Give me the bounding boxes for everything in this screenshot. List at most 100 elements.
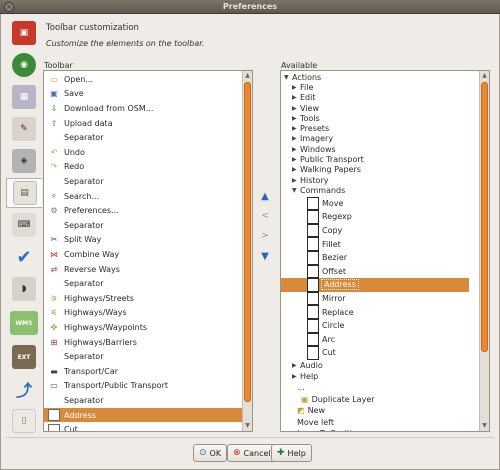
tree-group[interactable]: ▶ Windows [292, 144, 336, 154]
tree-group[interactable]: ▶ Public Transport [292, 154, 364, 164]
toolbar-item[interactable]: ⌕ Search... [44, 189, 242, 204]
remove-right-button[interactable]: > [257, 228, 273, 244]
tab-wms-tms[interactable]: WMS [6, 308, 42, 338]
scroll-down-icon[interactable]: ▼ [480, 421, 489, 431]
tree-action-item[interactable]: Jump To Position [297, 428, 362, 431]
command-item[interactable]: Fillet [281, 237, 469, 251]
command-item[interactable]: Circle [281, 319, 469, 333]
tree-group[interactable]: ▶ Imagery [292, 134, 333, 144]
collapse-arrow-icon[interactable]: ▶ [292, 146, 300, 153]
toolbar-item[interactable]: ⋈ Combine Way [44, 247, 242, 262]
tab-validator[interactable]: ✔ [6, 242, 42, 272]
tab-remote-control[interactable]: ◈ [6, 146, 42, 176]
expand-arrow-icon[interactable]: ▼ [292, 187, 300, 194]
tab-audio[interactable]: ◗ [6, 274, 42, 304]
move-down-button[interactable]: ▼ [257, 248, 273, 264]
tab-connection[interactable]: ◉ [6, 50, 42, 80]
tab-advanced[interactable]: ▯ [6, 406, 42, 436]
command-item[interactable]: Cut [281, 346, 469, 360]
tree-group[interactable]: ▶ Presets [292, 124, 329, 134]
toolbar-item[interactable]: ▭ Open... [44, 72, 242, 87]
collapse-arrow-icon[interactable]: ▶ [292, 166, 300, 173]
move-up-button[interactable]: ▲ [257, 188, 273, 204]
command-item[interactable]: Arc [281, 332, 469, 347]
command-item[interactable]: Move [281, 196, 469, 211]
tree-group[interactable]: ▶ Audio [292, 361, 323, 371]
separator-item[interactable]: Separator [44, 218, 242, 233]
separator-item[interactable]: Separator [44, 130, 242, 145]
toolbar-item[interactable]: Address [44, 407, 242, 423]
command-item[interactable]: Regexp [281, 210, 469, 224]
toolbar-item[interactable]: Cut [44, 422, 242, 431]
toolbar-item[interactable]: ↷ Redo [44, 160, 242, 175]
collapse-arrow-icon[interactable]: ▶ [292, 105, 300, 112]
command-item[interactable]: Copy [281, 223, 469, 238]
separator-item[interactable]: Separator [44, 393, 242, 408]
toolbar-item[interactable]: ✂ Split Way [44, 233, 242, 248]
expand-arrow-icon[interactable]: ▼ [284, 74, 292, 81]
command-item[interactable]: Address [281, 278, 469, 292]
scroll-thumb[interactable] [481, 82, 488, 352]
toolbar-item[interactable]: ✜ Highways/Waypoints [44, 320, 242, 335]
toolbar-item[interactable]: ⇩ Download from OSM... [44, 101, 242, 116]
collapse-arrow-icon[interactable]: ▶ [292, 125, 300, 132]
scroll-thumb[interactable] [244, 82, 251, 402]
tab-toolbar[interactable]: ▤ [6, 178, 42, 208]
toolbar-item[interactable]: ⇄ Reverse Ways [44, 262, 242, 277]
collapse-arrow-icon[interactable]: ▶ [292, 135, 300, 142]
separator-item[interactable]: Separator [44, 276, 242, 291]
tree-group[interactable]: ▶ View [292, 103, 319, 113]
separator-item[interactable]: Separator [44, 174, 242, 189]
toolbar-item[interactable]: ▬ Transport/Car [44, 364, 242, 379]
tree-action-item[interactable]: ... [297, 382, 305, 393]
collapse-arrow-icon[interactable]: ▶ [292, 94, 300, 101]
toolbar-list[interactable]: ▭ Open... ▣ Save ⇩ Download from OSM... ⇧ Uploa… [43, 70, 253, 432]
toolbar-item[interactable]: ▣ Save [44, 87, 242, 102]
command-item[interactable]: Offset [281, 264, 469, 279]
help-button[interactable]: ✚ Help [271, 444, 312, 462]
tab-display[interactable]: ▣ [6, 18, 42, 48]
tree-group[interactable]: ▶ File [292, 82, 313, 92]
collapse-arrow-icon[interactable]: ▶ [292, 115, 300, 122]
tab-map-paint[interactable]: ✎ [6, 114, 42, 144]
available-tree-scrollbar[interactable]: ▲ ▼ [479, 71, 489, 431]
toolbar-item[interactable]: ⚙ Preferences... [44, 203, 242, 218]
tab-plugins[interactable]: ⤴ [6, 374, 42, 404]
collapse-arrow-icon[interactable]: ▶ [292, 156, 300, 163]
tree-action-item[interactable]: ▣ Duplicate Layer [297, 394, 375, 405]
collapse-arrow-icon[interactable]: ▶ [292, 373, 300, 380]
command-item[interactable]: Bezier [281, 251, 469, 265]
tree-action-item[interactable]: Move left [297, 417, 334, 428]
toolbar-item[interactable]: ⇧ Upload data [44, 116, 242, 131]
tree-group[interactable]: ▶ History [292, 175, 328, 185]
separator-item[interactable]: Separator [44, 349, 242, 364]
tree-action-item[interactable]: ◩ New [297, 405, 325, 416]
tab-shortcuts[interactable]: ⌨ [6, 210, 42, 240]
tree-group[interactable]: ▶ Walking Papers [292, 165, 361, 175]
toolbar-list-scrollbar[interactable]: ▲ ▼ [242, 71, 252, 431]
scroll-up-icon[interactable]: ▲ [480, 71, 489, 81]
cancel-button[interactable]: ⊗ Cancel [227, 444, 277, 462]
toolbar-item[interactable]: ▭ Transport/Public Transport [44, 379, 242, 394]
ok-button[interactable]: ⊙ OK [193, 444, 228, 462]
toolbar-item[interactable]: ↶ Undo [44, 145, 242, 160]
add-left-button[interactable]: < [257, 208, 273, 224]
toolbar-item[interactable]: ⊞ Highways/Barriers [44, 335, 242, 350]
scroll-up-icon[interactable]: ▲ [243, 71, 252, 81]
command-item[interactable]: Replace [281, 305, 469, 319]
command-item[interactable]: Mirror [281, 291, 469, 306]
scroll-down-icon[interactable]: ▼ [243, 421, 252, 431]
toolbar-item[interactable]: ⚟ Highways/Ways [44, 306, 242, 321]
collapse-arrow-icon[interactable]: ▶ [292, 177, 300, 184]
tree-group[interactable]: ▶ Tools [292, 113, 320, 123]
collapse-arrow-icon[interactable]: ▶ [292, 362, 300, 369]
tree-root-actions[interactable]: ▼ Actions [284, 72, 321, 82]
tab-map-projection[interactable]: ▦ [6, 82, 42, 112]
toolbar-item[interactable]: ⚞ Highways/Streets [44, 291, 242, 306]
tab-external-tools[interactable]: EXT [6, 342, 42, 372]
available-tree[interactable]: ▼ Actions ▶ File ▶ Edit ▶ View ▶ Tools ▶ Presets ▶ Im… [280, 70, 490, 432]
tree-group[interactable]: ▶ Edit [292, 93, 316, 103]
collapse-arrow-icon[interactable]: ▶ [292, 84, 300, 91]
tree-group[interactable]: ▶ Help [292, 371, 318, 381]
tree-group-commands[interactable]: ▼ Commands [292, 185, 345, 195]
